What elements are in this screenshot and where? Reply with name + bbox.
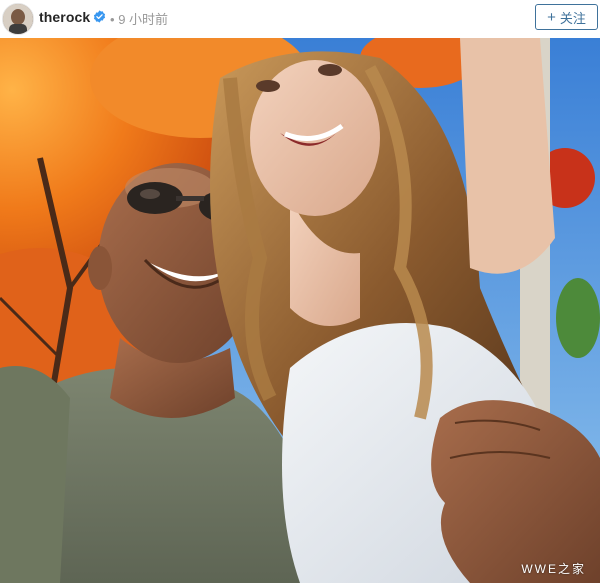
post-header: therock • 9 小时前 + 关注 (0, 0, 600, 36)
post-meta: • 9 小时前 (110, 9, 168, 28)
verified-badge-icon (93, 10, 106, 23)
post-time: 9 小时前 (118, 12, 169, 27)
watermark: WWE之家 (521, 562, 586, 576)
selfie-photo: WWE之家 (0, 38, 600, 583)
username[interactable]: therock (39, 9, 90, 25)
follow-label: 关注 (559, 10, 586, 26)
photo-illustration (0, 38, 600, 583)
separator-dot: • (110, 12, 115, 27)
follow-button[interactable]: + 关注 (535, 4, 598, 30)
avatar[interactable] (2, 3, 34, 35)
plus-icon: + (547, 8, 556, 26)
